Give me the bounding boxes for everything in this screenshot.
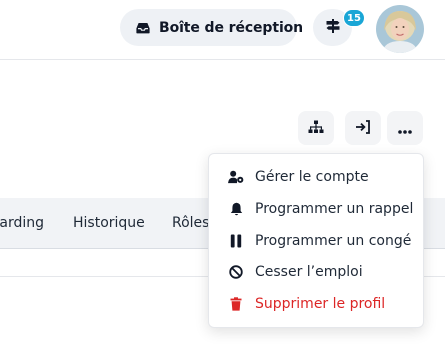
- tab-onboarding[interactable]: arding: [0, 198, 44, 248]
- tab-label: arding: [0, 215, 44, 231]
- tab-label: Rôles: [172, 215, 210, 231]
- menu-item-terminate-employment[interactable]: Cesser l’emploi: [209, 258, 423, 286]
- notification-badge: 15: [343, 9, 365, 27]
- org-chart-icon: [308, 119, 324, 138]
- pause-icon: [228, 234, 244, 248]
- org-chart-button[interactable]: [298, 111, 334, 145]
- trash-icon: [228, 297, 244, 311]
- more-options-menu: Gérer le compte Programmer un rappel Pro…: [208, 153, 424, 328]
- menu-item-schedule-reminder[interactable]: Programmer un rappel: [209, 195, 423, 223]
- tab-historique[interactable]: Historique: [73, 198, 145, 248]
- more-horizontal-icon: [398, 119, 412, 138]
- ban-icon: [228, 265, 244, 279]
- top-bar: Boîte de réception 15: [0, 0, 445, 60]
- menu-item-delete-profile[interactable]: Supprimer le profil: [209, 290, 423, 318]
- menu-item-label: Programmer un rappel: [255, 201, 414, 217]
- bell-icon: [228, 202, 244, 216]
- menu-item-label: Supprimer le profil: [255, 296, 386, 312]
- menu-item-label: Gérer le compte: [255, 169, 369, 185]
- more-options-button[interactable]: [387, 111, 423, 145]
- menu-item-label: Programmer un congé: [255, 233, 412, 249]
- user-cog-icon: [228, 170, 244, 184]
- sign-in-icon: [355, 119, 371, 138]
- menu-item-schedule-leave[interactable]: Programmer un congé: [209, 227, 423, 255]
- tab-roles[interactable]: Rôles: [172, 198, 209, 248]
- inbox-button[interactable]: Boîte de réception: [120, 9, 303, 46]
- inbox-label: Boîte de réception: [159, 19, 304, 36]
- menu-item-manage-account[interactable]: Gérer le compte: [209, 163, 423, 191]
- sign-in-button[interactable]: [345, 111, 381, 145]
- menu-item-label: Cesser l’emploi: [255, 264, 363, 280]
- tab-label: Historique: [73, 215, 145, 231]
- signpost-icon: [325, 18, 341, 38]
- user-avatar[interactable]: [376, 5, 424, 53]
- inbox-tray-icon: [136, 22, 150, 34]
